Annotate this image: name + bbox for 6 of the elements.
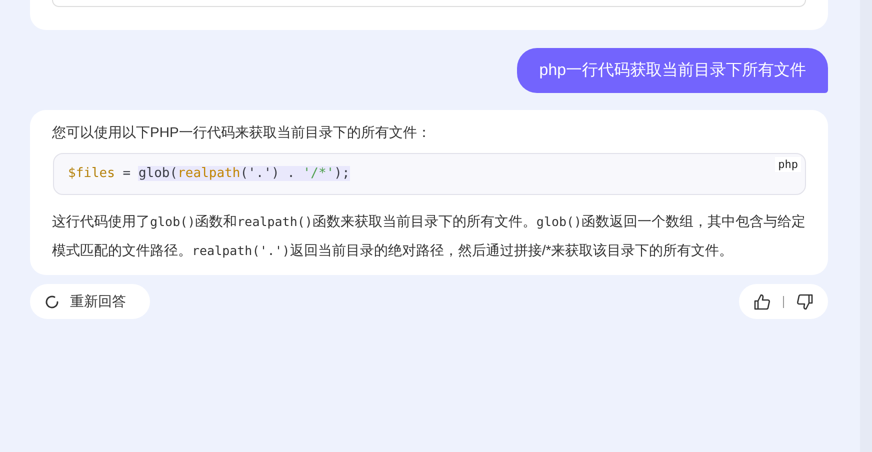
regenerate-button[interactable]: 重新回答 (30, 284, 150, 319)
code-language: php (775, 157, 801, 172)
refresh-icon (44, 294, 60, 310)
answer-intro: 您可以使用以下PHP一行代码来获取当前目录下的所有文件： (52, 123, 432, 142)
user-message: php一行代码获取当前目录下所有文件 (517, 48, 828, 93)
answer-explanation: 这行代码使用了glob()函数和 realpath()函数来获取当前目录下的所有文件。glob()函数返回一个数组，其中包含与给定模式匹配的文件路径。realpath('.')返回当前目录的绝对路径，然后通过拼接/*来获取该目录下的所有文件。 (52, 212, 806, 260)
